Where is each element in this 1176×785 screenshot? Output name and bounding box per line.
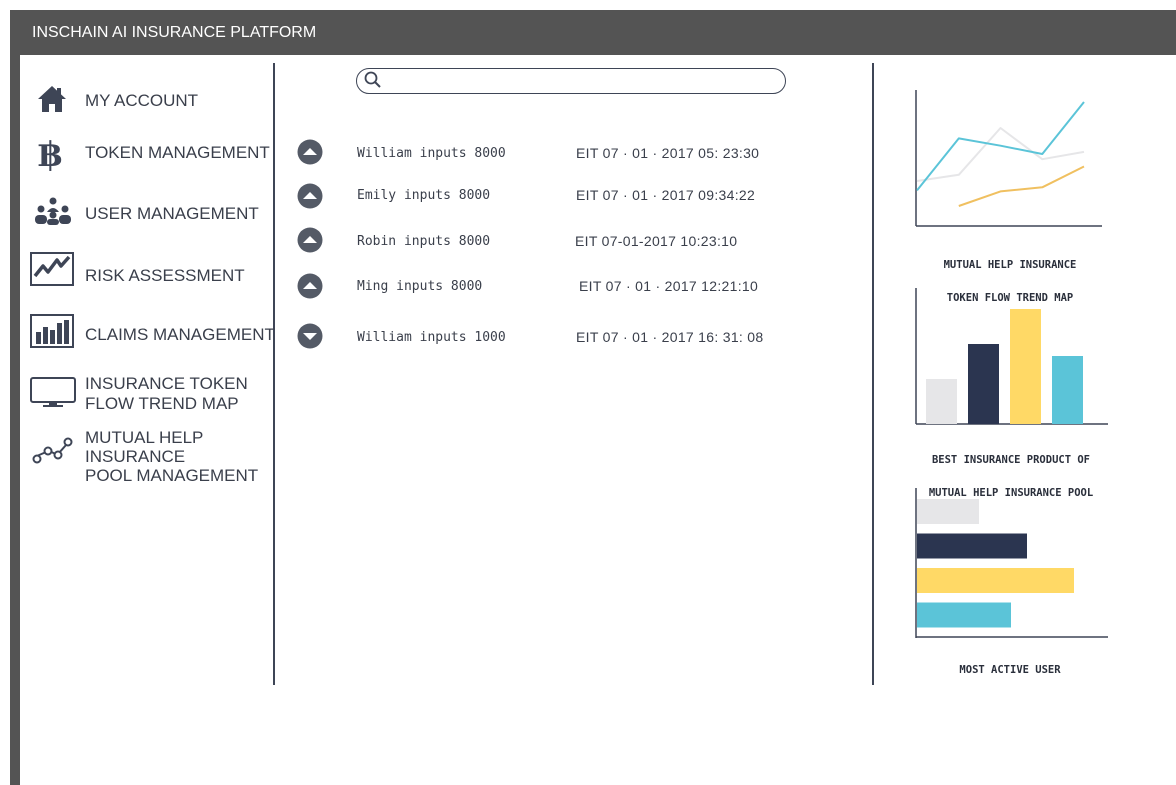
svg-text:฿: ฿ xyxy=(38,135,62,172)
transaction-text: Emily inputs 8000 xyxy=(357,188,491,203)
sidebar-label-user-management: USER MANAGEMENT xyxy=(85,204,259,223)
home-icon xyxy=(38,86,66,112)
transaction-row: Emily inputs 8000 EIT 07 · 01 · 2017 09:… xyxy=(296,182,836,212)
users-icon xyxy=(35,197,71,225)
hbar-3 xyxy=(917,602,1011,628)
arrow-up-icon[interactable] xyxy=(296,272,324,300)
sidebar-label-my-account: MY ACCOUNT xyxy=(85,91,199,110)
charts-divider xyxy=(872,63,874,685)
bar-0 xyxy=(926,379,957,424)
monitor-icon xyxy=(30,377,76,407)
trend-chart-icon xyxy=(30,252,74,286)
hbar-chart-caption: MOST ACTIVE USER xyxy=(912,643,1108,698)
sidebar-label-token-flow-line2: FLOW TREND MAP xyxy=(85,394,239,413)
transaction-time: EIT 07 · 01 · 2017 12:21:10 xyxy=(579,278,759,294)
sidebar-item-risk-assessment[interactable]: RISK ASSESSMENT xyxy=(30,252,270,286)
sidebar-item-token-flow-trend-map[interactable]: INSURANCE TOKEN FLOW TREND MAP xyxy=(30,374,270,418)
sidebar-label-claims-management: CLAIMS MANAGEMENT xyxy=(85,325,275,344)
bar-chart-icon xyxy=(30,314,74,348)
baht-icon: ฿ xyxy=(38,135,62,172)
sidebar-divider xyxy=(273,63,275,685)
bar-1 xyxy=(968,344,999,424)
sidebar-label-token-management: TOKEN MANAGEMENT xyxy=(85,143,270,162)
line-series-1 xyxy=(916,127,1085,182)
hbar-0 xyxy=(917,499,979,524)
bar-2 xyxy=(1010,309,1041,424)
sidebar-item-my-account[interactable]: MY ACCOUNT xyxy=(30,84,270,116)
title-bar: INSCHAIN AI INSURANCE PLATFORM xyxy=(10,10,1176,55)
sidebar-label-risk-assessment: RISK ASSESSMENT xyxy=(85,266,245,285)
transaction-time: EIT 07 · 01 · 2017 09:34:22 xyxy=(576,187,756,203)
hbar-chart-caption-text: MOST ACTIVE USER xyxy=(959,664,1061,676)
arrow-up-icon[interactable] xyxy=(296,182,324,210)
transaction-text: William inputs 1000 xyxy=(357,330,506,345)
search-bar xyxy=(356,68,786,94)
transaction-time: EIT 07 · 01 · 2017 05: 23:30 xyxy=(576,145,760,161)
arrow-up-icon[interactable] xyxy=(296,138,324,166)
arrow-down-icon[interactable] xyxy=(296,322,324,350)
line-series-2 xyxy=(958,165,1085,207)
most-active-user-bar-chart xyxy=(915,488,1108,638)
transaction-text: Ming inputs 8000 xyxy=(357,279,483,294)
app-title: INSCHAIN AI INSURANCE PLATFORM xyxy=(32,24,317,41)
sidebar-label-token-flow-line1: INSURANCE TOKEN xyxy=(85,374,248,393)
line-chart-caption-line1: MUTUAL HELP INSURANCE xyxy=(943,259,1077,271)
search-input[interactable] xyxy=(387,71,781,92)
sidebar-item-token-management[interactable]: ฿ TOKEN MANAGEMENT xyxy=(30,134,270,172)
transaction-row: William inputs 1000 EIT 07 · 01 · 2017 1… xyxy=(296,322,836,352)
search-icon[interactable] xyxy=(363,70,383,90)
bar-chart-caption-line1: BEST INSURANCE PRODUCT OF xyxy=(931,454,1091,466)
sidebar-label-pool-line2: INSURANCE xyxy=(85,447,186,466)
sidebar-item-user-management[interactable]: USER MANAGEMENT xyxy=(30,196,270,230)
transaction-row: Ming inputs 8000 EIT 07 · 01 · 2017 12:2… xyxy=(296,272,836,302)
transaction-row: William inputs 8000 EIT 07 · 01 · 2017 0… xyxy=(296,138,836,168)
bar-3 xyxy=(1052,356,1083,424)
transaction-time: EIT 07 · 01 · 2017 16: 31: 08 xyxy=(576,329,764,345)
token-flow-line-chart xyxy=(915,90,1102,227)
transaction-time: EIT 07-01-2017 10:23:10 xyxy=(575,233,738,249)
transaction-text: William inputs 8000 xyxy=(357,146,506,161)
transaction-text: Robin inputs 8000 xyxy=(357,234,491,249)
hbar-1 xyxy=(917,533,1027,559)
arrow-up-icon[interactable] xyxy=(296,226,324,254)
sidebar-label-pool-line1: MUTUAL HELP xyxy=(85,428,204,447)
hbar-2 xyxy=(917,568,1074,593)
sidebar-item-claims-management[interactable]: CLAIMS MANAGEMENT xyxy=(30,314,275,348)
network-icon xyxy=(32,437,73,464)
transaction-row: Robin inputs 8000 EIT 07-01-2017 10:23:1… xyxy=(296,226,836,256)
sidebar-label-pool-line3: POOL MANAGEMENT xyxy=(85,466,259,485)
best-product-bar-chart xyxy=(915,288,1108,425)
sidebar-item-mutual-help-pool[interactable]: MUTUAL HELP INSURANCE POOL MANAGEMENT xyxy=(30,428,270,488)
